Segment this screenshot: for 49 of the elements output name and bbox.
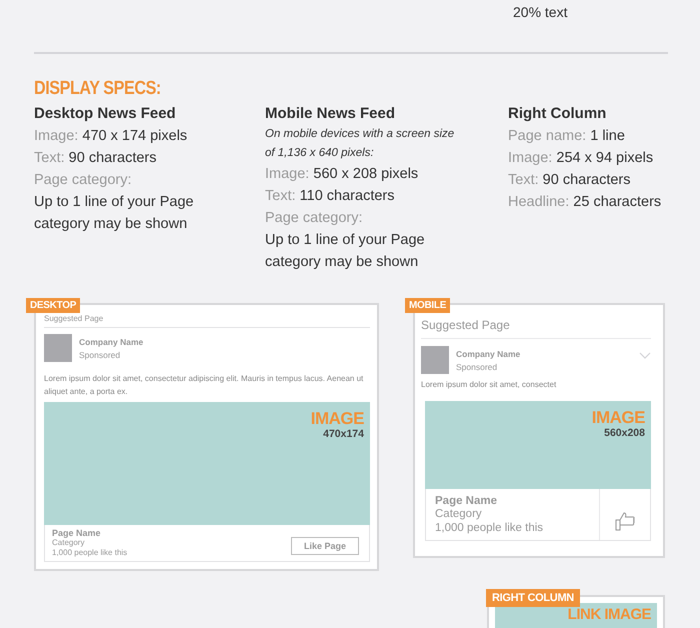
avatar-placeholder — [44, 334, 72, 362]
like-count: 1,000 people like this — [52, 548, 128, 558]
avatar-placeholder — [421, 346, 449, 374]
page-category: Category — [435, 507, 483, 521]
sponsored-label: Sponsored — [456, 362, 498, 372]
section-title: DISPLAY SPECS: — [34, 78, 162, 100]
spec-label: Page name: — [508, 128, 586, 144]
spec-label: Image: — [265, 166, 310, 182]
spec-value: 560 x 208 pixels — [313, 165, 418, 184]
spec-text: 20% text — [513, 4, 568, 20]
spec-value: 1 line — [590, 127, 625, 146]
page-name: Page Name — [435, 495, 498, 507]
spec-value: 90 characters — [68, 149, 157, 168]
spec-label: Text: — [34, 150, 65, 166]
like-count: 1,000 people like this — [435, 521, 544, 535]
like-page-button[interactable]: Like Page — [290, 537, 359, 555]
spec-label: Page category: — [265, 210, 363, 226]
ad-text: Lorem ipsum dolor sit amet, consectet — [421, 380, 558, 389]
spec-note: On mobile devices with a screen size of 1,136 x 640 pixels: — [265, 127, 456, 161]
image-size: 470x174 — [323, 428, 364, 440]
spec-value: Up to 1 line of your Page category may be shown — [34, 193, 195, 234]
preview-tag: RIGHT COLUMN — [486, 589, 580, 607]
spec-value: 470 x 174 pixels — [82, 127, 188, 146]
image-label: IMAGE — [592, 409, 645, 427]
spec-heading: Mobile News Feed — [265, 104, 396, 124]
spec-label: Image: — [34, 128, 78, 144]
spec-label: Headline: — [508, 194, 570, 210]
spec-label: Image: — [508, 150, 552, 166]
image-size: 560x208 — [604, 427, 645, 439]
thumbs-up-icon[interactable] — [614, 510, 636, 532]
ad-text: Lorem ipsum dolor sit amet, consectetur adipiscing elit. Mauris in tempus lacus. Aenean ut aliquet ante, a porta ex. — [44, 373, 364, 398]
sponsored-label: Sponsored — [79, 350, 122, 360]
spec-label: Text: — [265, 188, 296, 204]
spec-value: 25 characters — [573, 193, 662, 212]
spec-label: Text: — [508, 172, 539, 188]
page-name: Page Name — [52, 528, 102, 538]
spec-value: Up to 1 line of your Page category may be shown — [265, 231, 426, 272]
image-label: IMAGE — [310, 410, 364, 428]
company-name: Company Name — [79, 336, 144, 346]
spec-value: 110 characters — [300, 187, 394, 206]
spec-heading: Desktop News Feed — [34, 104, 177, 124]
company-name: Company Name — [456, 348, 520, 358]
image-label: LINK IMAGE — [568, 607, 651, 623]
page-category: Category — [52, 538, 86, 548]
spec-value: 254 x 94 pixels — [556, 149, 654, 168]
spec-value: 90 characters — [542, 171, 631, 190]
spec-heading: Right Column — [508, 104, 608, 124]
chevron-down-icon[interactable] — [639, 352, 651, 359]
spec-label: Page category: — [34, 172, 132, 188]
